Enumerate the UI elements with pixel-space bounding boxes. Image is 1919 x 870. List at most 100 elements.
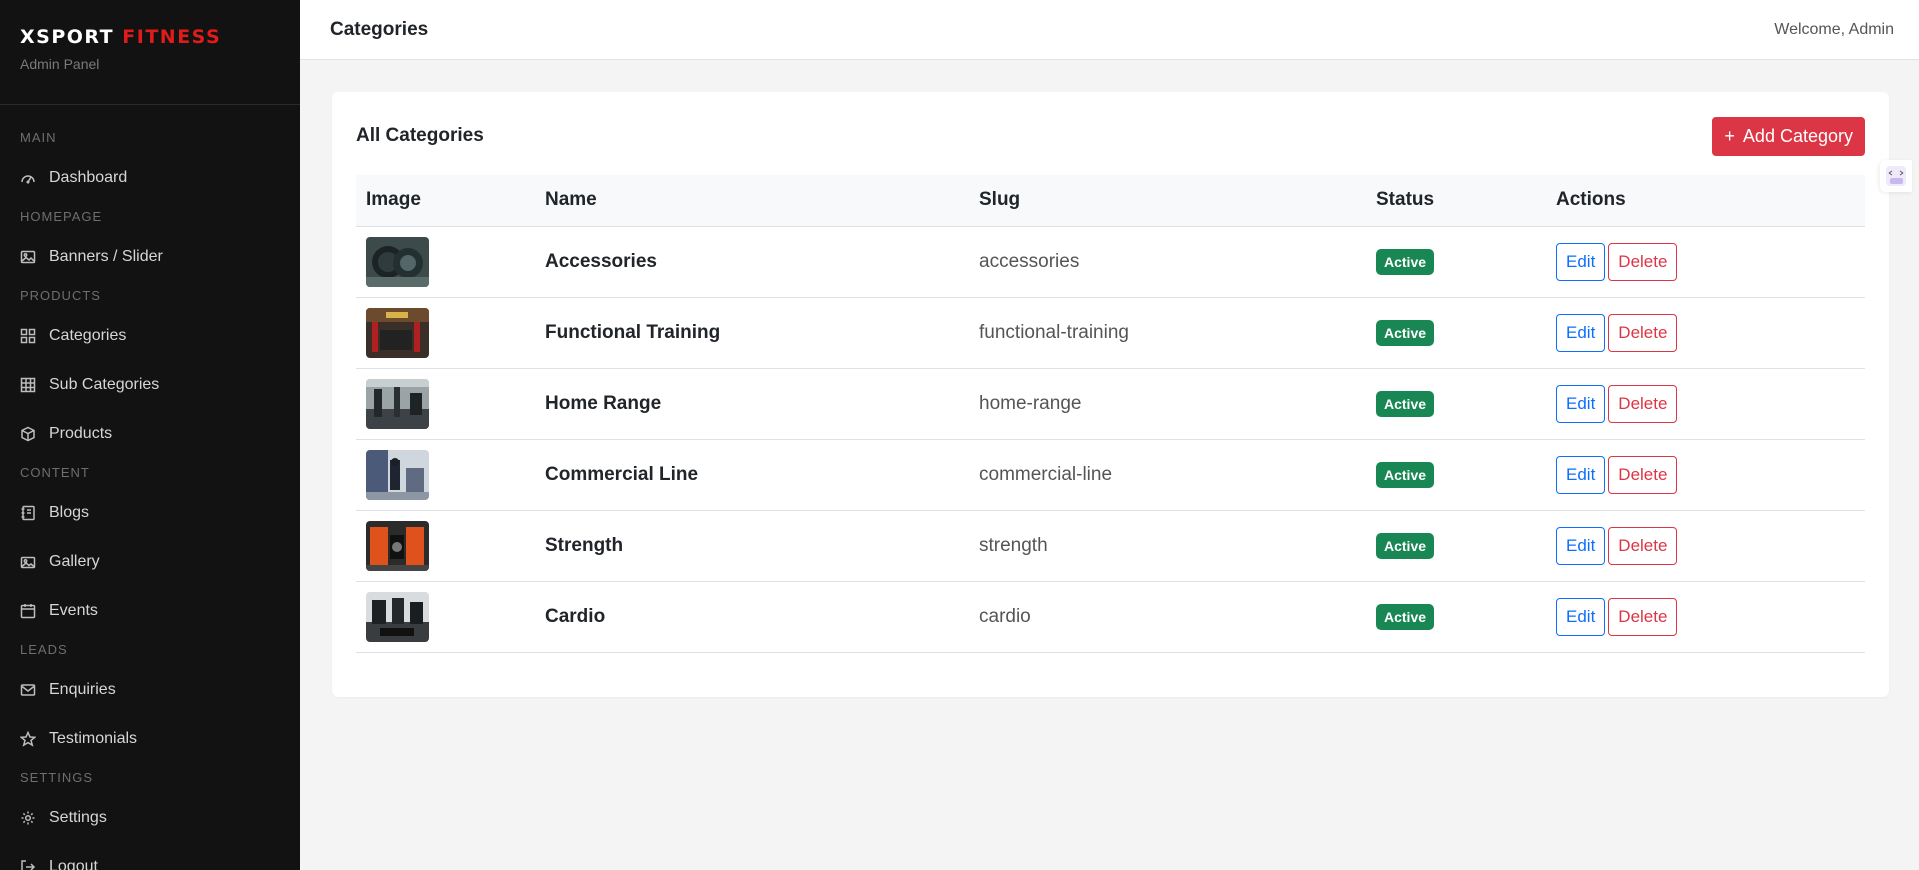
sidebar-item-categories[interactable]: Categories xyxy=(0,311,300,360)
delete-button-strength[interactable]: Delete xyxy=(1608,526,1678,565)
table-row: Commercial Line commercial-line Active Edit… xyxy=(356,439,1865,511)
cell-name: Home Range xyxy=(535,368,969,440)
delete-button-cardio[interactable]: Delete xyxy=(1608,597,1678,636)
table-row: Cardio cardio Active Edit Delete xyxy=(356,581,1865,653)
status-badge: Active xyxy=(1376,532,1435,559)
table-row: Home Range home-range Active Edit Delete xyxy=(356,368,1865,440)
brand-subtitle: Admin Panel xyxy=(20,56,100,72)
table-row: Strength strength Active Edit Delete xyxy=(356,510,1865,582)
delete-button-functional-training[interactable]: Delete xyxy=(1608,313,1678,352)
gear-icon xyxy=(20,810,36,826)
sidebar: XSPORT FITNESS Admin Panel MAIN Dashboard… xyxy=(0,0,300,870)
sidebar-item-banners-slider[interactable]: Banners / Slider xyxy=(0,232,300,281)
cell-slug: cardio xyxy=(969,581,1366,653)
sidebar-item-label: Blogs xyxy=(49,503,90,521)
edit-button-functional-training[interactable]: Edit xyxy=(1556,313,1606,352)
sidebar-item-label: Categories xyxy=(49,326,127,344)
cell-name: Cardio xyxy=(535,581,969,653)
cell-slug: commercial-line xyxy=(969,439,1366,511)
sidebar-item-label: Products xyxy=(49,424,113,442)
sidebar-item-label: Testimonials xyxy=(49,729,138,747)
edit-button-cardio[interactable]: Edit xyxy=(1556,597,1606,636)
brand: XSPORT FITNESS Admin Panel xyxy=(0,0,300,105)
card-header: All Categories + Add Category xyxy=(356,116,1865,156)
sidebar-item-label: Enquiries xyxy=(49,680,116,698)
categories-card: All Categories + Add Category Image Name… xyxy=(332,92,1889,697)
cell-actions: Edit Delete xyxy=(1546,581,1865,653)
calendar-icon xyxy=(20,603,36,619)
cell-name: Strength xyxy=(535,510,969,582)
sidebar-item-label: Sub Categories xyxy=(49,375,160,393)
box-icon xyxy=(20,426,36,442)
edit-button-home-range[interactable]: Edit xyxy=(1556,384,1606,423)
nav-section-products: PRODUCTS xyxy=(20,288,101,303)
status-badge: Active xyxy=(1376,319,1435,346)
edit-button-accessories[interactable]: Edit xyxy=(1556,242,1606,281)
status-badge: Active xyxy=(1376,603,1435,630)
sidebar-item-label: Banners / Slider xyxy=(49,247,163,265)
sidebar-item-products[interactable]: Products xyxy=(0,409,300,458)
table-icon xyxy=(20,377,36,393)
cell-image xyxy=(356,581,535,653)
sidebar-item-testimonials[interactable]: Testimonials xyxy=(0,714,300,763)
sidebar-item-label: Dashboard xyxy=(49,168,128,186)
delete-button-commercial-line[interactable]: Delete xyxy=(1608,455,1678,494)
brand-name-part1: XSPORT xyxy=(20,26,115,48)
cell-status: Active xyxy=(1366,510,1546,582)
sidebar-item-events[interactable]: Events xyxy=(0,586,300,635)
sidebar-item-dashboard[interactable]: Dashboard xyxy=(0,153,300,202)
delete-button-home-range[interactable]: Delete xyxy=(1608,384,1678,423)
sidebar-item-label: Gallery xyxy=(49,552,100,570)
page-title: Categories xyxy=(330,18,429,40)
category-thumbnail-functional-training xyxy=(366,307,429,358)
sidebar-item-sub-categories[interactable]: Sub Categories xyxy=(0,360,300,409)
nav-section-main: MAIN xyxy=(20,130,57,145)
image-icon xyxy=(20,249,36,265)
cell-status: Active xyxy=(1366,297,1546,369)
sidebar-item-settings[interactable]: Settings xyxy=(0,793,300,842)
edit-button-commercial-line[interactable]: Edit xyxy=(1556,455,1606,494)
cell-actions: Edit Delete xyxy=(1546,297,1865,369)
cell-image xyxy=(356,226,535,298)
grid-icon xyxy=(20,328,36,344)
brand-name-part2: FITNESS xyxy=(122,26,222,48)
speedometer-icon xyxy=(20,170,36,186)
table-row: Functional Training functional-training Ac… xyxy=(356,297,1865,369)
delete-button-accessories[interactable]: Delete xyxy=(1608,242,1678,281)
cell-slug: functional-training xyxy=(969,297,1366,369)
card-title: All Categories xyxy=(356,125,484,146)
header-image: Image xyxy=(356,175,535,227)
sidebar-nav: MAIN Dashboard HOMEPAGE Banners / Slider PRO… xyxy=(0,105,300,870)
welcome-text: Welcome, Admin xyxy=(1774,20,1894,38)
add-category-label: Add Category xyxy=(1742,125,1853,146)
brand-logo[interactable]: XSPORT FITNESS xyxy=(20,26,280,48)
sidebar-item-blogs[interactable]: Blogs xyxy=(0,488,300,537)
edit-button-strength[interactable]: Edit xyxy=(1556,526,1606,565)
sidebar-item-gallery[interactable]: Gallery xyxy=(0,537,300,586)
category-thumbnail-accessories xyxy=(366,236,429,287)
sidebar-item-enquiries[interactable]: Enquiries xyxy=(0,665,300,714)
nav-section-leads: LEADS xyxy=(20,642,68,657)
status-badge: Active xyxy=(1376,248,1435,275)
category-thumbnail-cardio xyxy=(366,591,429,642)
plus-icon: + xyxy=(1724,125,1735,146)
cell-slug: accessories xyxy=(969,226,1366,298)
star-icon xyxy=(20,730,36,747)
cell-name: Commercial Line xyxy=(535,439,969,511)
logout-icon xyxy=(20,859,36,870)
status-badge: Active xyxy=(1376,390,1435,417)
floating-widget[interactable] xyxy=(1880,160,1912,192)
table-body: Accessories accessories Active Edit Delete Fu… xyxy=(356,226,1865,653)
table-row: Accessories accessories Active Edit Delete xyxy=(356,226,1865,298)
table-head: Image Name Slug Status Actions xyxy=(356,175,1865,227)
add-category-button[interactable]: + Add Category xyxy=(1712,116,1865,156)
sidebar-item-label: Events xyxy=(49,601,98,619)
categories-table: Image Name Slug Status Actions Accessori… xyxy=(356,175,1865,653)
cell-slug: home-range xyxy=(969,368,1366,440)
cell-image xyxy=(356,368,535,440)
cell-image xyxy=(356,439,535,511)
sidebar-item-logout[interactable]: Logout xyxy=(0,842,300,870)
cell-actions: Edit Delete xyxy=(1546,510,1865,582)
sidebar-item-label: Settings xyxy=(49,808,107,826)
table-header-row: Image Name Slug Status Actions xyxy=(356,175,1865,227)
